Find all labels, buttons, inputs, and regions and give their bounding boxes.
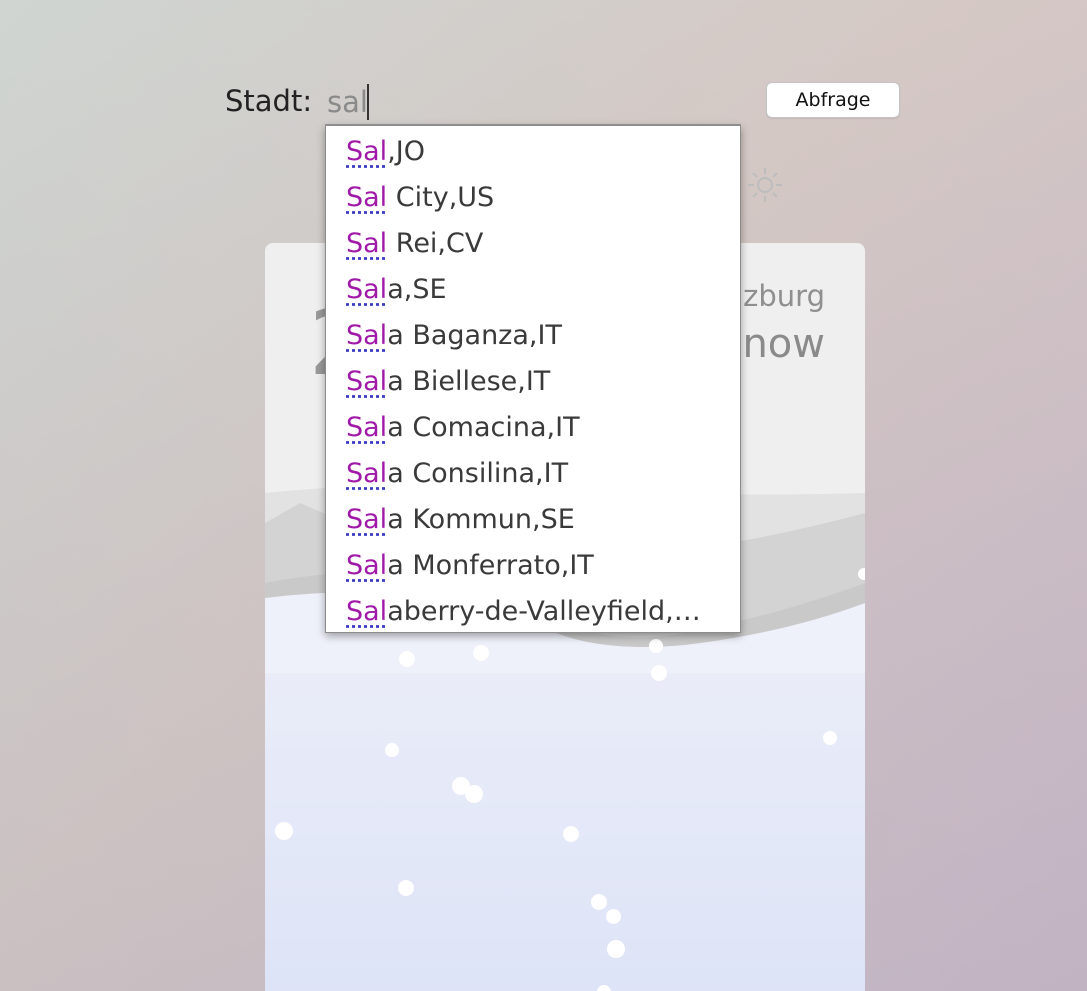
option-match: Sal: [346, 274, 387, 305]
option-match: Sal: [346, 182, 387, 213]
autocomplete-option[interactable]: Sala,SE: [346, 267, 736, 313]
autocomplete-option[interactable]: Salaberry-de-Valleyfield,…: [346, 589, 736, 633]
weather-condition: now: [742, 321, 825, 367]
snowflake: [473, 645, 489, 661]
snowflake: [465, 785, 483, 803]
city-search-field[interactable]: [325, 80, 741, 126]
city-label: Stadt:: [225, 84, 312, 118]
snowflake: [651, 665, 667, 681]
option-rest: City,US: [387, 182, 494, 213]
autocomplete-option[interactable]: Sala Comacina,IT: [346, 405, 736, 451]
snowflake: [858, 568, 865, 580]
option-rest: Rei,CV: [387, 228, 483, 259]
city-autocomplete-list[interactable]: Sal,JO Sal City,US Sal Rei,CV Sala,SE Sa…: [325, 125, 741, 633]
option-rest: a,SE: [387, 274, 446, 305]
option-match: Sal: [346, 412, 387, 443]
query-button[interactable]: Abfrage: [766, 82, 900, 118]
option-match: Sal: [346, 320, 387, 351]
option-rest: aberry-de-Valleyfield,…: [387, 596, 701, 627]
option-match: Sal: [346, 504, 387, 535]
snowflake: [591, 894, 607, 910]
autocomplete-option[interactable]: Sala Monferrato,IT: [346, 543, 736, 589]
snowflake: [649, 639, 663, 653]
option-rest: a Baganza,IT: [387, 320, 562, 351]
autocomplete-option[interactable]: Sala Biellese,IT: [346, 359, 736, 405]
snowflake: [606, 909, 621, 924]
option-match: Sal: [346, 458, 387, 489]
option-match: Sal: [346, 228, 387, 259]
autocomplete-option[interactable]: Sala Consilina,IT: [346, 451, 736, 497]
autocomplete-option[interactable]: Sal Rei,CV: [346, 221, 736, 267]
option-rest: a Comacina,IT: [387, 412, 579, 443]
option-rest: ,JO: [387, 136, 425, 167]
city-search-input[interactable]: [325, 80, 743, 124]
snowflake: [823, 731, 837, 745]
option-rest: a Monferrato,IT: [387, 550, 594, 581]
sun-icon[interactable]: [746, 166, 784, 204]
snowflake: [563, 826, 579, 842]
option-rest: a Kommun,SE: [387, 504, 575, 535]
snowflake: [399, 651, 415, 667]
snowflake: [275, 822, 293, 840]
autocomplete-option[interactable]: Sala Baganza,IT: [346, 313, 736, 359]
autocomplete-option[interactable]: Sala Kommun,SE: [346, 497, 736, 543]
option-match: Sal: [346, 136, 387, 167]
autocomplete-option[interactable]: Sal,JO: [346, 129, 736, 175]
city-name: lzburg: [735, 279, 825, 313]
option-rest: a Biellese,IT: [387, 366, 550, 397]
autocomplete-option[interactable]: Sal City,US: [346, 175, 736, 221]
snowflake: [398, 880, 414, 896]
option-match: Sal: [346, 596, 387, 627]
snowflake: [385, 743, 399, 757]
snowflake: [607, 940, 625, 958]
snowflake: [597, 985, 611, 991]
option-rest: a Consilina,IT: [387, 458, 568, 489]
text-caret: [367, 84, 369, 120]
option-match: Sal: [346, 550, 387, 581]
option-match: Sal: [346, 366, 387, 397]
